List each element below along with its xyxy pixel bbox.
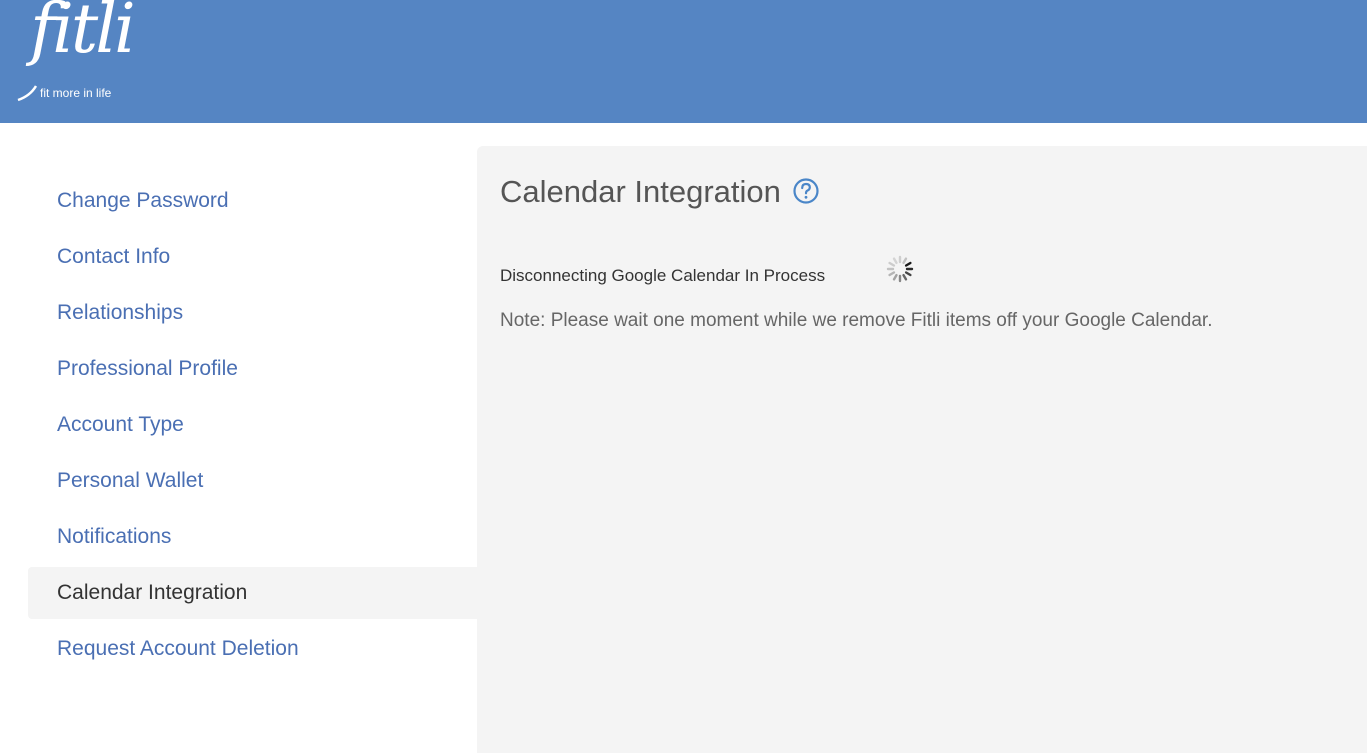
disconnect-status-text: Disconnecting Google Calendar In Process [500, 266, 826, 285]
sidebar-item-notifications[interactable]: Notifications [28, 511, 477, 563]
page-title: Calendar Integration [500, 174, 781, 209]
calendar-integration-panel: Calendar Integration Disconnecting Googl… [477, 146, 1367, 753]
sidebar-item-request-account-deletion[interactable]: Request Account Deletion [28, 623, 477, 675]
settings-sidebar: Change Password Contact Info Relationshi… [28, 175, 477, 679]
fitli-logo[interactable]: fitli fit more in life [16, 0, 136, 104]
sidebar-item-contact-info[interactable]: Contact Info [28, 231, 477, 283]
sidebar-item-calendar-integration[interactable]: Calendar Integration [28, 567, 477, 619]
spinner-icon [886, 255, 914, 283]
disconnect-note-text: Note: Please wait one moment while we re… [500, 310, 1213, 331]
sidebar-item-account-type[interactable]: Account Type [28, 399, 477, 451]
logo-tagline: fit more in life [40, 86, 112, 100]
question-circle-icon[interactable] [791, 176, 821, 206]
logo-wordmark: fitli [30, 0, 136, 69]
sidebar-item-professional-profile[interactable]: Professional Profile [28, 343, 477, 395]
sidebar-item-personal-wallet[interactable]: Personal Wallet [28, 455, 477, 507]
app-header: fitli fit more in life [0, 0, 1367, 123]
sidebar-item-relationships[interactable]: Relationships [28, 287, 477, 339]
sidebar-item-change-password[interactable]: Change Password [28, 175, 477, 227]
